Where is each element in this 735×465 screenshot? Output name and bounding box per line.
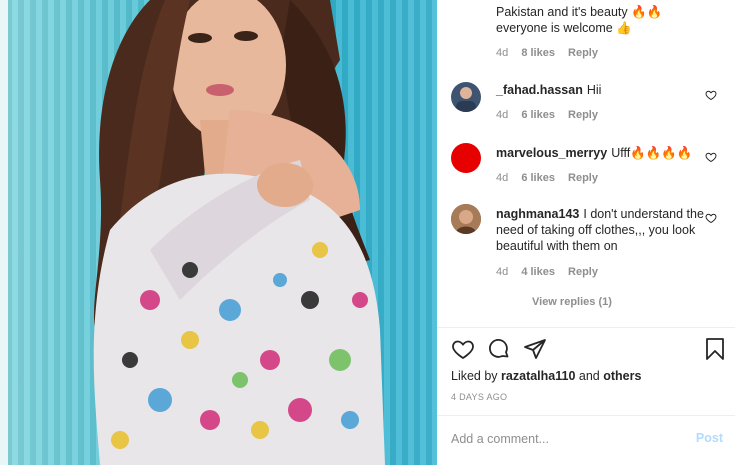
comment-likes[interactable]: 4 likes xyxy=(521,266,555,278)
reply-button[interactable]: Reply xyxy=(568,109,598,121)
comment-text-line: Pakistan and it's beauty 🔥🔥 xyxy=(496,5,663,19)
comment-meta: 4d 8 likes Reply xyxy=(496,47,608,59)
action-bar xyxy=(451,337,727,363)
reply-button[interactable]: Reply xyxy=(568,172,598,184)
comment-time: 4d xyxy=(496,266,509,278)
comment-text-line: everyone is welcome 👍 xyxy=(496,21,632,35)
reply-button[interactable]: Reply xyxy=(568,266,598,278)
comment-input[interactable] xyxy=(451,428,681,450)
comment-text: naghmana143 I don't understand the need o… xyxy=(496,206,704,254)
comment-meta: 4d 6 likes Reply xyxy=(496,109,608,121)
add-comment-bar: Post xyxy=(437,416,735,465)
comment-likes[interactable]: 6 likes xyxy=(521,109,555,121)
reply-button[interactable]: Reply xyxy=(568,47,598,59)
comment-text: _fahad.hassan Hii xyxy=(496,82,704,98)
comment-username[interactable]: marvelous_merryy xyxy=(496,146,607,160)
bookmark-icon[interactable] xyxy=(703,337,727,361)
paper-plane-icon[interactable] xyxy=(523,337,547,361)
post-photo[interactable] xyxy=(0,0,437,465)
comment-text: marvelous_merryy Ufff🔥🔥🔥🔥 xyxy=(496,145,704,161)
comment-like-heart-icon[interactable] xyxy=(705,151,717,163)
liked-by-and: and xyxy=(578,369,600,383)
comment-likes[interactable]: 6 likes xyxy=(521,172,555,184)
comment-body: Ufff🔥🔥🔥🔥 xyxy=(611,146,693,160)
comment-text: Pakistan and it's beauty 🔥🔥 everyone is … xyxy=(496,4,704,36)
comment-bubble-icon[interactable] xyxy=(487,337,511,361)
comment-username[interactable]: _fahad.hassan xyxy=(496,83,583,97)
avatar[interactable] xyxy=(451,82,481,112)
liked-by-user-link[interactable]: razatalha110 xyxy=(501,369,575,383)
comment-likes[interactable]: 8 likes xyxy=(521,47,555,59)
heart-icon[interactable] xyxy=(451,337,475,361)
comment-time: 4d xyxy=(496,47,509,59)
liked-by-text: Liked by razatalha110 and others xyxy=(451,369,641,383)
post-button[interactable]: Post xyxy=(696,431,723,445)
comment-meta: 4d 4 likes Reply xyxy=(496,266,608,278)
avatar[interactable] xyxy=(451,143,481,173)
liked-by-prefix: Liked by xyxy=(451,369,498,383)
avatar[interactable] xyxy=(451,204,481,234)
post-timestamp[interactable]: 4 DAYS AGO xyxy=(451,392,507,402)
comment-like-heart-icon[interactable] xyxy=(705,212,717,224)
comment-time: 4d xyxy=(496,172,509,184)
photo-illustration xyxy=(93,0,385,465)
comments-panel: Pakistan and it's beauty 🔥🔥 everyone is … xyxy=(437,0,735,465)
comment-body: Hii xyxy=(586,83,602,97)
liked-by-others-link[interactable]: others xyxy=(603,369,641,383)
comment-time: 4d xyxy=(496,109,509,121)
view-replies-button[interactable]: View replies (1) xyxy=(532,296,612,308)
comment-like-heart-icon[interactable] xyxy=(705,89,717,101)
comment-meta: 4d 6 likes Reply xyxy=(496,172,608,184)
section-divider xyxy=(437,327,735,328)
comment-username[interactable]: naghmana143 xyxy=(496,207,579,221)
